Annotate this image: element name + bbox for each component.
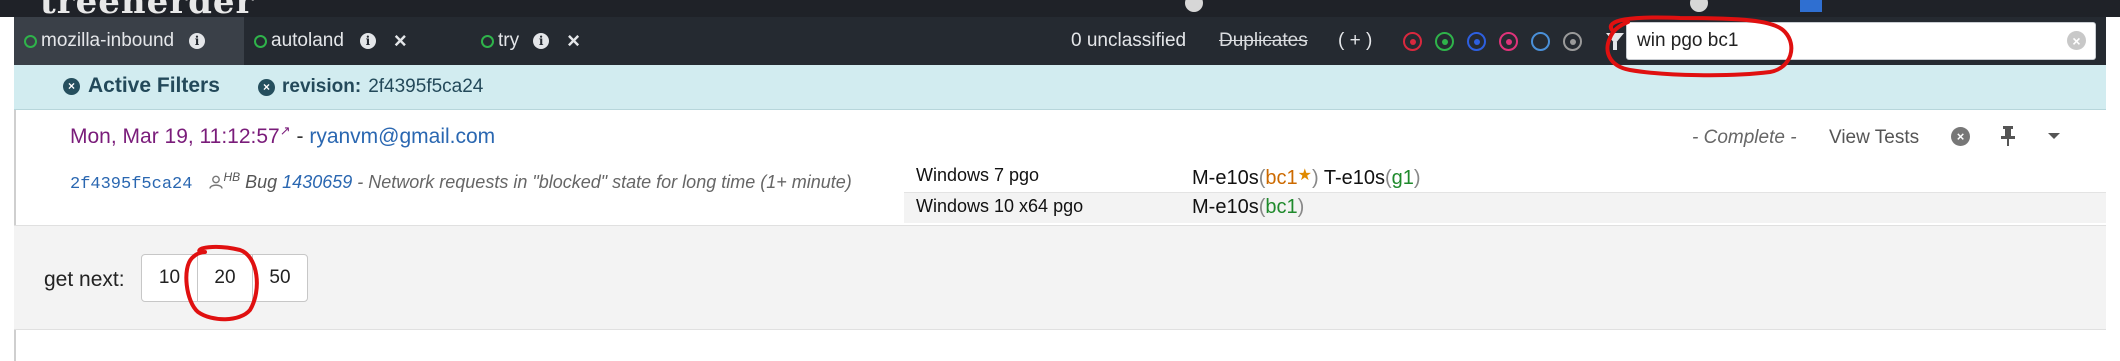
user-avatar[interactable] — [1800, 0, 1822, 12]
pin-icon[interactable] — [1999, 125, 2017, 147]
push-date-link[interactable]: Mon, Mar 19, 11:12:57 — [70, 125, 280, 148]
close-push-icon[interactable]: × — [1951, 127, 1970, 146]
info-icon[interactable] — [1690, 0, 1708, 12]
push-header: Mon, Mar 19, 11:12:57↗ - ryanvm@gmail.co… — [70, 123, 495, 149]
clear-search-icon[interactable]: × — [2067, 31, 2086, 50]
job-button[interactable]: g1 — [1392, 167, 1414, 189]
revision-filter-chip[interactable]: × revision: 2f4395f5ca24 — [258, 76, 483, 98]
push-separator: - — [296, 125, 304, 148]
info-icon[interactable]: i — [359, 33, 376, 49]
push-author-link[interactable]: ryanvm@gmail.com — [309, 125, 495, 148]
platform-row: Windows 10 x64 pgo M-e10s(bc1) — [904, 193, 2106, 223]
filter-value: 2f4395f5ca24 — [368, 76, 484, 97]
platform-name: Windows 7 pgo — [916, 165, 1040, 185]
clear-filters-icon[interactable]: × — [63, 77, 80, 95]
filter-icon[interactable] — [1606, 33, 1624, 50]
commit-description: - Network requests in "blocked" state fo… — [357, 172, 852, 192]
external-link-icon[interactable]: ↗ — [280, 123, 291, 138]
repo-name: autoland — [271, 30, 344, 51]
job-button[interactable]: bc1 — [1265, 196, 1297, 218]
duplicates-toggle[interactable]: Duplicates — [1219, 17, 1308, 65]
retry-filter-icon[interactable] — [1467, 32, 1486, 51]
get-next-panel — [14, 225, 2106, 330]
failures-filter-icon[interactable] — [1403, 32, 1422, 51]
quick-filter-input[interactable] — [1626, 22, 2096, 60]
get-next-label: get next: — [44, 268, 125, 291]
user-icon — [209, 175, 224, 189]
revision-link[interactable]: 2f4395f5ca24 — [70, 175, 192, 194]
star-icon: ★ — [1297, 167, 1312, 184]
repo-tab-try[interactable]: try i × — [481, 17, 580, 65]
status-ring-icon — [481, 34, 494, 48]
repo-name: try — [498, 30, 520, 51]
app-logo: treeherder — [40, 0, 254, 17]
add-repo-button[interactable]: ( + ) — [1338, 17, 1372, 65]
info-icon[interactable]: i — [189, 33, 206, 49]
job-button[interactable]: bc1 — [1265, 167, 1297, 189]
platform-name: Windows 10 x64 pgo — [916, 196, 1084, 216]
job-group-name: M-e10s — [1192, 196, 1259, 218]
bug-label: Bug — [245, 172, 278, 192]
close-icon[interactable]: × — [567, 28, 580, 54]
filter-field: revision: — [282, 76, 362, 97]
help-icon[interactable] — [1185, 0, 1203, 12]
job-groups: M-e10s(bc1) — [1192, 196, 1305, 218]
status-ring-icon — [254, 34, 267, 48]
repo-name: mozilla-inbound — [41, 30, 175, 51]
author-initials: HB — [223, 170, 241, 184]
platform-row: Windows 7 pgo M-e10s(bc1★) T-e10s(g1) — [904, 162, 2106, 193]
info-icon[interactable]: i — [533, 33, 550, 49]
unclassified-count[interactable]: 0 unclassified — [1071, 17, 1186, 65]
usercancel-filter-icon[interactable] — [1499, 32, 1518, 51]
running-filter-icon[interactable] — [1563, 32, 1582, 51]
commit-line: 2f4395f5ca24 HB Bug 1430659 - Network re… — [70, 170, 852, 194]
get-next-20-button[interactable]: 20 — [197, 254, 253, 302]
repo-tab-autoland[interactable]: autoland i × — [254, 17, 407, 65]
chevron-down-icon[interactable] — [2048, 133, 2060, 139]
job-groups: M-e10s(bc1★) T-e10s(g1) — [1192, 167, 1421, 189]
status-ring-icon — [24, 34, 37, 48]
job-group-name: T-e10s — [1323, 167, 1385, 189]
close-icon[interactable]: × — [394, 28, 407, 54]
active-filters-title[interactable]: × Active Filters — [63, 74, 220, 98]
top-navbar: treeherder — [0, 0, 2120, 17]
pending-filter-icon[interactable] — [1531, 32, 1550, 51]
get-next-10-button[interactable]: 10 — [141, 254, 198, 302]
remove-filter-icon[interactable]: × — [258, 78, 275, 96]
success-filter-icon[interactable] — [1435, 32, 1454, 51]
job-group-name: M-e10s — [1192, 167, 1259, 189]
view-tests-link[interactable]: View Tests — [1829, 127, 1919, 149]
get-next-50-button[interactable]: 50 — [252, 254, 308, 302]
repo-tab-mozilla-inbound[interactable]: mozilla-inbound i — [14, 17, 244, 65]
push-status: - Complete - — [1692, 127, 1797, 148]
active-filters-bar: × Active Filters × revision: 2f4395f5ca2… — [14, 65, 2106, 110]
bug-link[interactable]: 1430659 — [282, 172, 352, 192]
